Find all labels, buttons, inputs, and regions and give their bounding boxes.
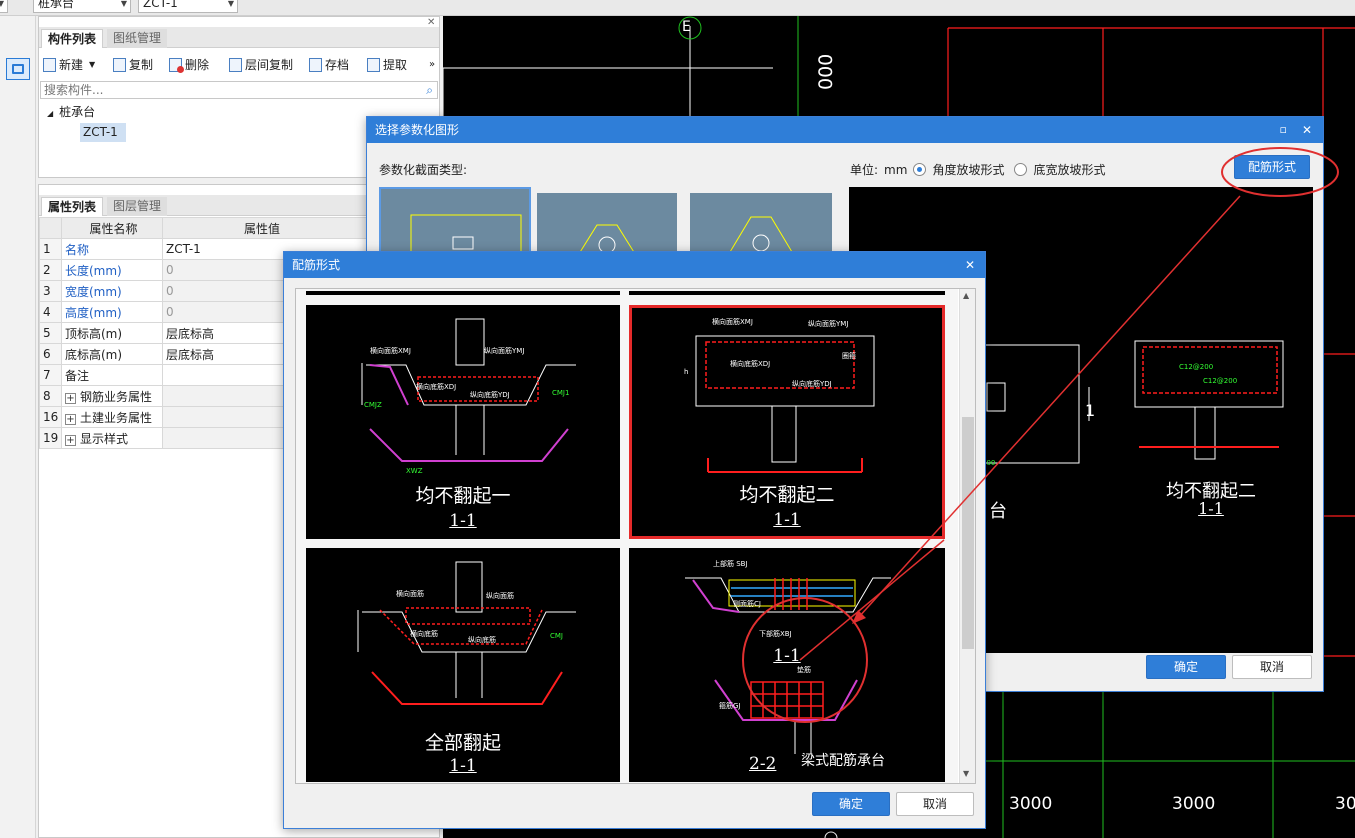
annotation-overlay bbox=[742, 147, 1339, 723]
annotation-ellipse-button bbox=[1221, 147, 1339, 197]
annotation-ellipse-option bbox=[742, 597, 868, 723]
annotation-line bbox=[857, 195, 1241, 619]
